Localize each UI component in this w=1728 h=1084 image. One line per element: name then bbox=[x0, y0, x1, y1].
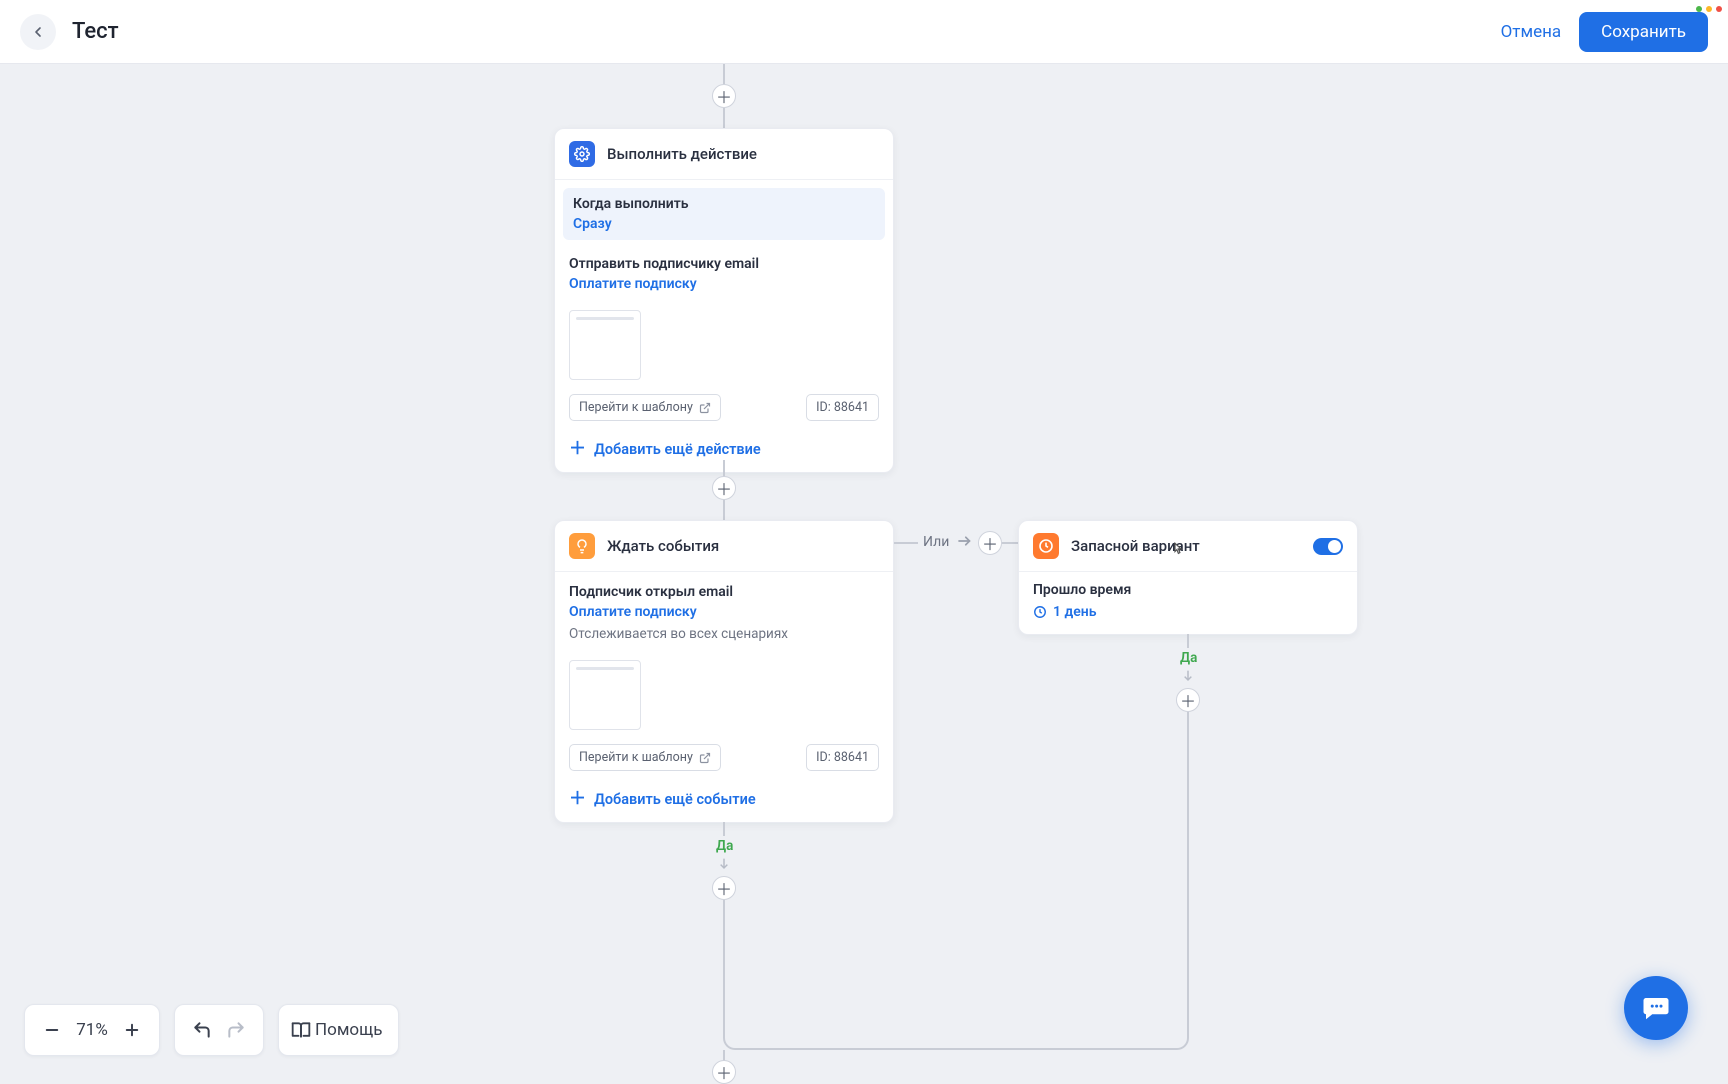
when-value[interactable]: Сразу bbox=[573, 216, 875, 232]
help-button[interactable]: Помощь bbox=[278, 1004, 399, 1056]
bottom-toolbar: 71% Помощь bbox=[24, 1004, 399, 1056]
book-icon bbox=[291, 1020, 311, 1040]
clock-icon bbox=[1033, 533, 1059, 559]
node-title: Выполнить действие bbox=[607, 145, 757, 163]
connector-line bbox=[723, 822, 725, 836]
history-controls bbox=[174, 1004, 264, 1056]
node-title: Запасной вариант bbox=[1071, 537, 1200, 555]
node-title: Ждать события bbox=[607, 537, 719, 555]
gear-icon bbox=[569, 141, 595, 167]
arrow-down-icon bbox=[1180, 668, 1196, 684]
back-button[interactable] bbox=[20, 14, 56, 50]
when-label: Когда выполнить bbox=[573, 196, 875, 212]
node-wait-event[interactable]: Ждать события Подписчик открыл email Опл… bbox=[554, 520, 894, 823]
connector-line bbox=[723, 900, 725, 1030]
go-template-label: Перейти к шаблону bbox=[579, 750, 693, 765]
opened-email-label: Подписчик открыл email bbox=[569, 584, 879, 600]
chat-fab[interactable] bbox=[1624, 976, 1688, 1040]
send-email-template-link[interactable]: Оплатите подписку bbox=[569, 276, 879, 292]
node-id-badge: ID: 88641 bbox=[806, 744, 879, 771]
lightbulb-icon bbox=[569, 533, 595, 559]
undo-icon bbox=[192, 1020, 212, 1040]
chat-icon bbox=[1641, 993, 1671, 1023]
plus-icon: ＋ bbox=[569, 441, 586, 458]
node-id-badge: ID: 88641 bbox=[806, 394, 879, 421]
arrow-left-icon bbox=[30, 24, 46, 40]
page-title: Тест bbox=[72, 19, 119, 44]
plus-icon bbox=[123, 1021, 141, 1039]
connector-corner bbox=[1169, 1030, 1189, 1050]
node-fallback[interactable]: Запасной вариант Прошло время 1 день bbox=[1018, 520, 1358, 635]
zoom-in-button[interactable] bbox=[115, 1013, 149, 1047]
connector-line bbox=[723, 500, 725, 520]
connector-line bbox=[723, 108, 725, 128]
elapsed-value[interactable]: 1 день bbox=[1033, 604, 1343, 620]
plus-icon: ＋ bbox=[569, 791, 586, 808]
fallback-toggle[interactable] bbox=[1313, 538, 1343, 555]
email-thumbnail[interactable] bbox=[569, 310, 641, 380]
minus-icon bbox=[43, 1021, 61, 1039]
node-action[interactable]: Выполнить действие Когда выполнить Сразу… bbox=[554, 128, 894, 473]
arrow-right-icon bbox=[956, 532, 974, 550]
go-template-label: Перейти к шаблону bbox=[579, 400, 693, 415]
connector-line bbox=[723, 64, 725, 84]
external-link-icon bbox=[699, 752, 711, 764]
add-branch-button[interactable]: ＋ bbox=[978, 531, 1002, 555]
add-node-button[interactable]: ＋ bbox=[712, 876, 736, 900]
elapsed-label: Прошло время bbox=[1033, 582, 1343, 598]
redo-button bbox=[219, 1013, 253, 1047]
window-traffic-lights bbox=[1696, 6, 1722, 12]
zoom-controls: 71% bbox=[24, 1004, 160, 1056]
help-label: Помощь bbox=[315, 1020, 388, 1040]
email-thumbnail[interactable] bbox=[569, 660, 641, 730]
add-node-button[interactable]: ＋ bbox=[712, 476, 736, 500]
save-button[interactable]: Сохранить bbox=[1579, 12, 1708, 52]
tracked-note: Отслеживается во всех сценариях bbox=[569, 626, 879, 642]
elapsed-text: 1 день bbox=[1053, 604, 1096, 620]
connector-line bbox=[894, 542, 918, 544]
add-node-button[interactable]: ＋ bbox=[712, 1060, 736, 1084]
branch-or-label: Или bbox=[923, 534, 949, 550]
clock-outline-icon bbox=[1033, 605, 1047, 619]
connector-line bbox=[1187, 712, 1189, 1030]
go-to-template-button[interactable]: Перейти к шаблону bbox=[569, 744, 721, 771]
add-event-button[interactable]: ＋ Добавить ещё событие bbox=[555, 781, 893, 822]
zoom-value: 71% bbox=[69, 1020, 115, 1040]
go-to-template-button[interactable]: Перейти к шаблону bbox=[569, 394, 721, 421]
redo-icon bbox=[226, 1020, 246, 1040]
zoom-out-button[interactable] bbox=[35, 1013, 69, 1047]
undo-button[interactable] bbox=[185, 1013, 219, 1047]
connector-corner bbox=[723, 1030, 743, 1050]
add-node-button[interactable]: ＋ bbox=[1176, 688, 1200, 712]
arrow-down-icon bbox=[716, 856, 732, 872]
add-action-label: Добавить ещё действие bbox=[594, 441, 761, 458]
connector-line bbox=[1002, 542, 1018, 544]
send-email-label: Отправить подписчику email bbox=[569, 256, 879, 272]
add-node-button[interactable]: ＋ bbox=[712, 84, 736, 108]
external-link-icon bbox=[699, 402, 711, 414]
branch-yes-label: Да bbox=[1180, 650, 1197, 666]
branch-yes-label: Да bbox=[716, 838, 733, 854]
flow-canvas[interactable]: ＋ Выполнить действие Когда выполнить Сра… bbox=[0, 64, 1728, 1080]
when-section[interactable]: Когда выполнить Сразу bbox=[563, 188, 885, 240]
add-event-label: Добавить ещё событие bbox=[594, 791, 756, 808]
opened-email-template-link[interactable]: Оплатите подписку bbox=[569, 604, 879, 620]
connector-line bbox=[743, 1048, 1169, 1050]
cancel-link[interactable]: Отмена bbox=[1501, 22, 1562, 42]
connector-line bbox=[1187, 634, 1189, 648]
